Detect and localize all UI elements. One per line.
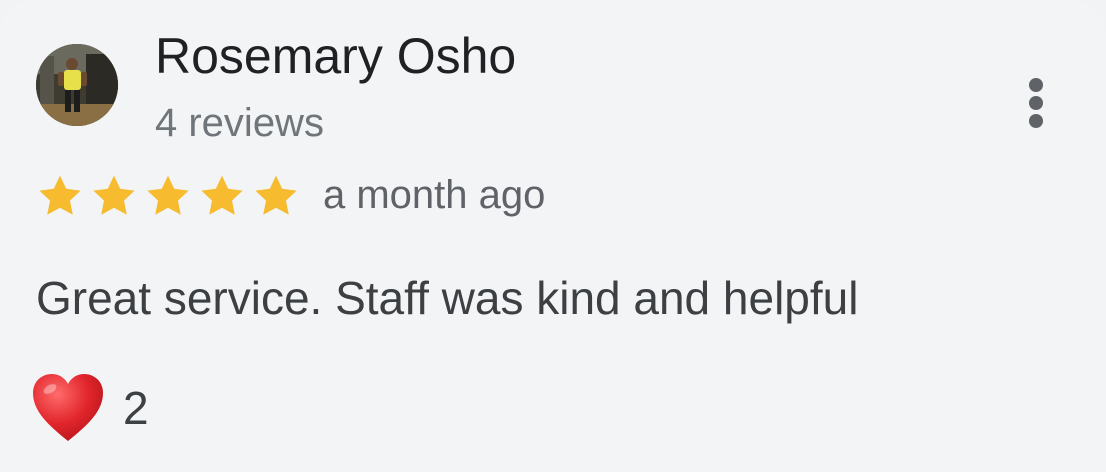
star-icon: [255, 175, 297, 215]
star-icon: [201, 175, 243, 215]
more-options-button[interactable]: [1016, 72, 1056, 132]
author-review-count[interactable]: 4 reviews: [155, 98, 324, 148]
star-icon: [147, 175, 189, 215]
star-icon: [93, 175, 135, 215]
like-reaction-button[interactable]: 2: [30, 368, 149, 448]
review-timestamp: a month ago: [323, 173, 546, 217]
author-avatar[interactable]: [36, 44, 118, 126]
star-icon: [39, 175, 81, 215]
avatar-photo: [36, 44, 118, 126]
more-vert-icon: [1029, 78, 1043, 92]
reaction-count: 2: [123, 382, 149, 434]
review-text: Great service. Staff was kind and helpfu…: [36, 272, 859, 324]
star-rating: [34, 172, 302, 220]
more-vert-icon-dot: [1029, 114, 1043, 128]
author-name[interactable]: Rosemary Osho: [155, 26, 516, 86]
red-heart-icon: [33, 374, 103, 441]
more-vert-icon-dot: [1029, 96, 1043, 110]
review-card: Rosemary Osho 4 reviews a month ago Grea…: [0, 0, 1106, 472]
